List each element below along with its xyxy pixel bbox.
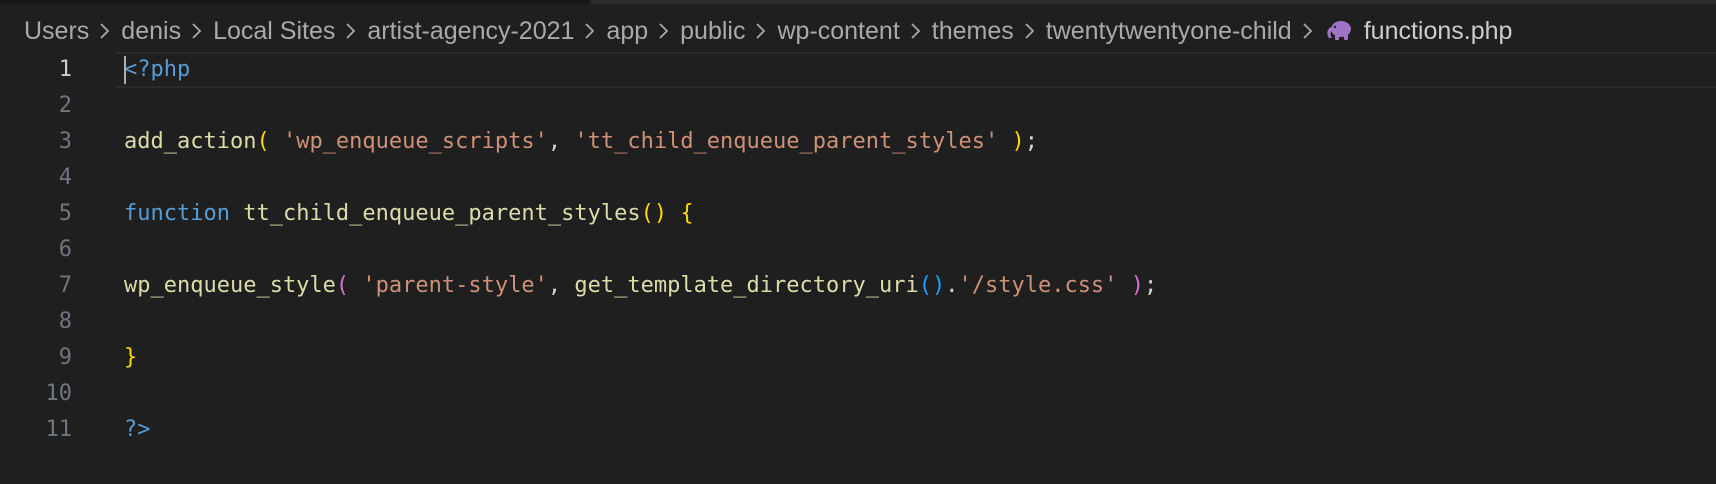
code-token: function <box>124 201 230 226</box>
breadcrumb-item[interactable]: app <box>606 17 648 46</box>
chevron-right-icon <box>648 16 680 46</box>
code-token: ?> <box>124 417 151 442</box>
code-token: ) <box>1130 273 1144 298</box>
line-number: 3 <box>58 129 72 154</box>
code-token: 'tt_child_enqueue_parent_styles' <box>574 129 999 154</box>
breadcrumb-filename: functions.php <box>1363 16 1513 45</box>
code-line[interactable]: 5 function tt_child_enqueue_parent_styles… <box>0 196 1716 232</box>
code-line[interactable]: 7 wp_enqueue_style( 'parent-style', get_t… <box>0 268 1716 304</box>
line-number: 6 <box>58 237 72 262</box>
code-token: . <box>945 273 959 298</box>
chevron-right-icon <box>574 16 606 46</box>
line-number: 2 <box>58 93 72 118</box>
code-line[interactable]: 6 <box>0 232 1716 268</box>
code-token: 'wp_enqueue_scripts' <box>282 129 548 154</box>
code-line[interactable]: 4 <box>0 160 1716 196</box>
code-line[interactable]: 8 <box>0 304 1716 340</box>
code-token: wp_enqueue_style <box>124 273 336 298</box>
chevron-right-icon <box>900 16 932 46</box>
line-number: 8 <box>58 309 72 334</box>
code-token: tt_child_enqueue_parent_styles <box>243 201 641 226</box>
code-token: , <box>547 129 575 154</box>
code-token: ; <box>1143 273 1158 298</box>
code-text: } <box>124 340 137 376</box>
chevron-right-icon <box>335 16 367 46</box>
code-token: ( <box>256 129 270 154</box>
code-token: '/style.css' <box>958 273 1118 298</box>
horizontal-scrollbar-track <box>0 0 1716 4</box>
code-token: 'parent-style' <box>362 273 548 298</box>
code-token: add_action <box>124 129 257 154</box>
breadcrumb: Users denis Local Sites artist-agency-20… <box>24 10 1512 52</box>
code-token: ( <box>335 273 350 298</box>
breadcrumb-item[interactable]: denis <box>121 17 181 46</box>
code-text: wp_enqueue_style( 'parent-style', get_te… <box>124 268 1157 304</box>
breadcrumb-item[interactable]: twentytwentyone-child <box>1046 17 1292 46</box>
breadcrumb-item[interactable]: public <box>680 17 745 46</box>
code-token: () <box>918 273 946 298</box>
line-number: 9 <box>58 345 72 370</box>
breadcrumb-item[interactable]: Users <box>24 17 89 46</box>
chevron-right-icon <box>89 16 121 46</box>
breadcrumb-item[interactable]: artist-agency-2021 <box>367 17 574 46</box>
breadcrumb-item[interactable]: wp-content <box>777 17 899 46</box>
breadcrumb-item[interactable]: themes <box>932 17 1014 46</box>
breadcrumb-item[interactable]: Local Sites <box>213 17 335 46</box>
code-token: <?php <box>124 57 191 82</box>
chevron-right-icon <box>745 16 777 46</box>
line-number: 1 <box>58 57 72 82</box>
line-number: 5 <box>58 201 72 226</box>
line-number: 4 <box>58 165 72 190</box>
code-line[interactable]: 9} <box>0 340 1716 376</box>
php-elephant-icon <box>1324 19 1356 43</box>
code-token: ; <box>1024 129 1038 154</box>
code-text: function tt_child_enqueue_parent_styles(… <box>124 196 694 232</box>
code-line[interactable]: 3 add_action( 'wp_enqueue_scripts', 'tt_c… <box>0 124 1716 160</box>
code-token: } <box>124 345 138 370</box>
code-line[interactable]: 11 ?> <box>0 412 1716 448</box>
code-line[interactable]: 1 <?php <box>0 52 1716 88</box>
text-cursor <box>124 56 126 84</box>
code-text: ?> <box>124 412 151 448</box>
code-editor[interactable]: 1 <?php 2 3 add_action( 'wp_enqueue_scripts'… <box>0 52 1716 484</box>
chevron-right-icon <box>1014 16 1046 46</box>
code-line[interactable]: 10 <box>0 376 1716 412</box>
code-line[interactable]: 2 <box>0 88 1716 124</box>
code-token: () <box>640 201 668 226</box>
code-token: , <box>547 273 575 298</box>
line-number: 7 <box>58 273 72 298</box>
code-token: { <box>680 201 694 226</box>
code-text: <?php <box>124 52 190 88</box>
code-token: ) <box>1011 129 1025 154</box>
code-token: get_template_directory_uri <box>574 273 919 298</box>
line-number: 10 <box>45 381 73 406</box>
breadcrumb-file[interactable]: functions.php <box>1324 16 1513 46</box>
line-number: 11 <box>45 417 73 442</box>
chevron-right-icon <box>181 16 213 46</box>
chevron-right-icon <box>1292 16 1324 46</box>
code-text: add_action( 'wp_enqueue_scripts', 'tt_ch… <box>124 124 1038 160</box>
horizontal-scrollbar-thumb[interactable] <box>590 0 1716 4</box>
